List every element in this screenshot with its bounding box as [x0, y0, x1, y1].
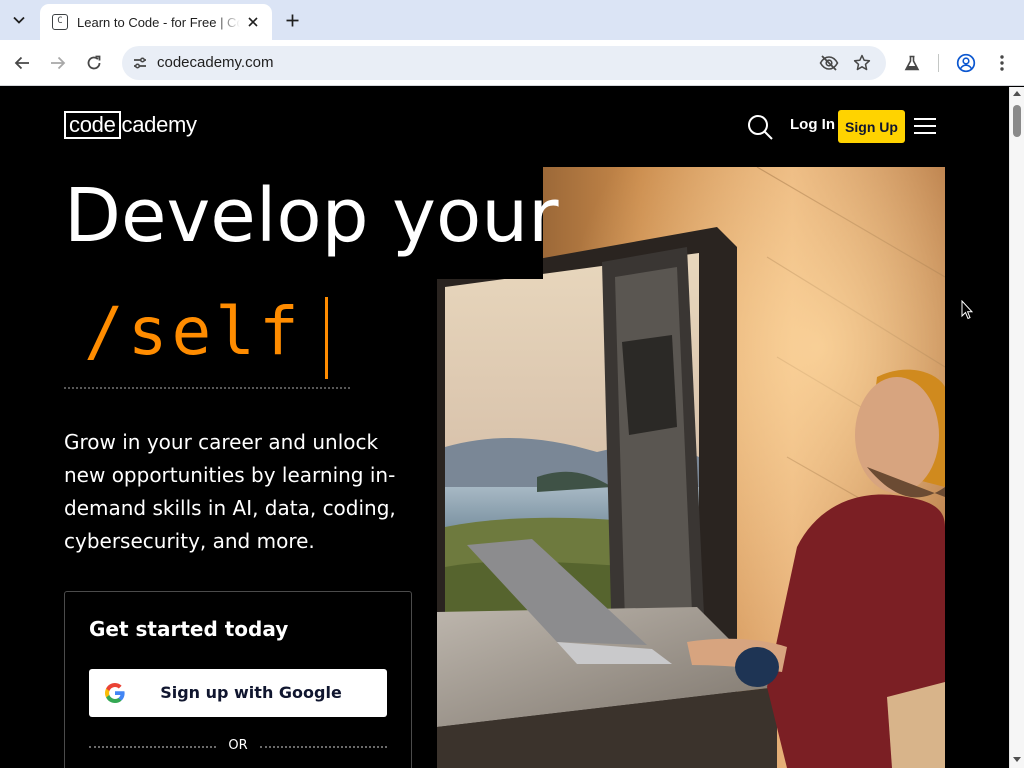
- scroll-up-arrow-icon[interactable]: [1013, 91, 1021, 96]
- plus-icon: [286, 14, 298, 26]
- address-bar[interactable]: codecademy.com: [122, 46, 886, 80]
- new-tab-button[interactable]: [281, 9, 303, 31]
- reload-icon: [87, 55, 101, 70]
- kebab-menu-icon[interactable]: [991, 52, 1013, 74]
- arrow-left-icon: [14, 56, 29, 70]
- back-button[interactable]: [10, 51, 34, 75]
- page-viewport: code cademy Log In Sign Up Develop your /…: [0, 87, 1009, 768]
- scroll-down-arrow-icon[interactable]: [1013, 757, 1021, 762]
- search-icon[interactable]: [746, 113, 774, 141]
- logo-wordmark: cademy: [121, 112, 198, 137]
- tab-close-button[interactable]: [244, 13, 262, 31]
- tab-strip: C Learn to Code - for Free | Codecademy: [0, 0, 1024, 40]
- reload-button[interactable]: [82, 51, 106, 75]
- mouse-pointer-icon: [961, 300, 973, 320]
- close-icon: [248, 17, 258, 27]
- typed-word: /self: [84, 293, 303, 370]
- login-link[interactable]: Log In: [790, 116, 835, 133]
- card-title: Get started today: [89, 617, 289, 641]
- google-signup-button[interactable]: Sign up with Google: [89, 669, 387, 717]
- forward-button[interactable]: [46, 51, 70, 75]
- typing-cursor: [325, 297, 328, 379]
- dotted-underline: [64, 387, 350, 389]
- page-scrollbar[interactable]: [1009, 87, 1024, 768]
- browser-toolbar: codecademy.com: [0, 40, 1024, 86]
- signup-button[interactable]: Sign Up: [838, 110, 905, 143]
- active-tab[interactable]: C Learn to Code - for Free | Codecademy: [40, 4, 272, 40]
- eye-off-icon[interactable]: [819, 53, 839, 73]
- hero-intro-text: Grow in your career and unlock new oppor…: [64, 430, 396, 553]
- site-info-icon[interactable]: [130, 53, 150, 73]
- codecademy-logo[interactable]: code cademy: [64, 111, 197, 139]
- profile-avatar-icon[interactable]: [955, 52, 977, 74]
- tab-title: Learn to Code - for Free | Codecademy: [77, 14, 240, 30]
- divider-line-right: [260, 746, 387, 748]
- google-signup-label: Sign up with Google: [160, 683, 342, 702]
- scrollbar-thumb[interactable]: [1013, 105, 1021, 137]
- toolbar-divider: [938, 54, 939, 72]
- signup-card: Get started today Sign up with Google OR: [64, 591, 412, 768]
- labs-flask-icon[interactable]: [901, 52, 923, 74]
- tab-search-button[interactable]: [8, 9, 30, 31]
- hamburger-menu-icon[interactable]: [914, 118, 936, 134]
- hero-headline: Develop your: [64, 173, 559, 259]
- or-divider: OR: [89, 737, 387, 755]
- arrow-right-icon: [51, 56, 66, 70]
- logo-code-box: code: [64, 111, 121, 139]
- bookmark-star-icon[interactable]: [852, 53, 872, 73]
- codecademy-favicon-icon: C: [52, 14, 68, 30]
- chevron-down-icon: [13, 16, 25, 24]
- url-text: codecademy.com: [157, 54, 274, 71]
